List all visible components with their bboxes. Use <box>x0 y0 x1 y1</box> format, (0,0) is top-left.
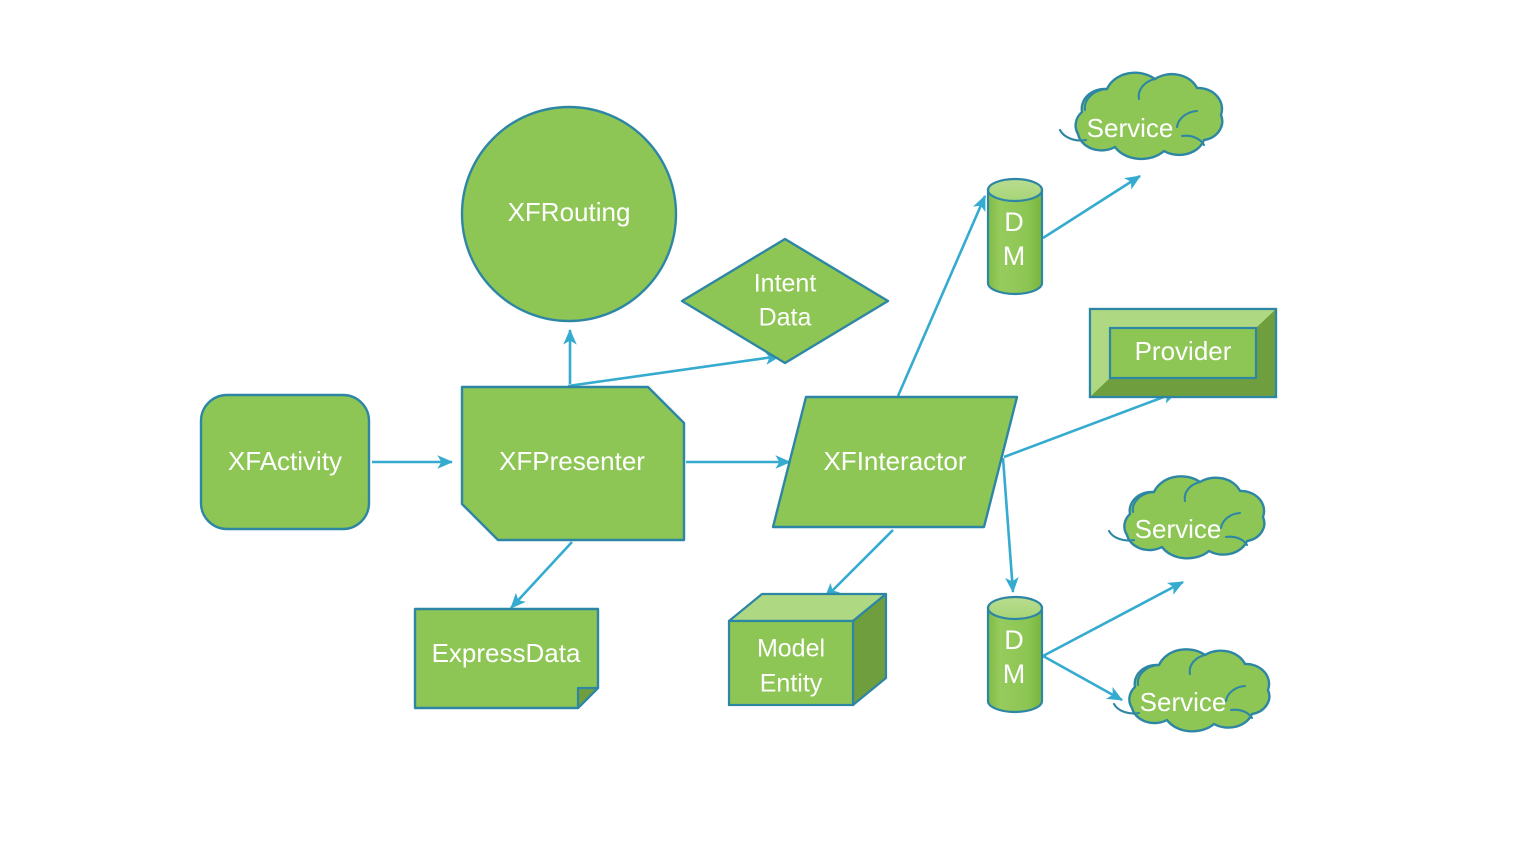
node-service-top[interactable]: Service <box>1058 71 1224 161</box>
modelentity-label-line-2: Entity <box>760 670 823 698</box>
provider-label: Provider <box>1135 336 1232 366</box>
connector-dmbottom-to-servicebottom <box>1042 654 1123 702</box>
connector-interactor-to-modelentity <box>824 529 894 599</box>
service-top-label: Service <box>1087 113 1174 143</box>
connector-presenter-to-intentdata <box>567 351 782 388</box>
dm-bottom-label-line-2: M <box>1003 659 1026 689</box>
intentdata-label-line-2: Data <box>759 304 812 332</box>
connector-interactor-to-dmbottom <box>1001 457 1019 594</box>
node-xfpresenter[interactable]: XFPresenter <box>460 385 686 542</box>
xfinteractor-label: XFInteractor <box>823 446 966 476</box>
dm-top-label-line-1: D <box>1004 207 1024 237</box>
node-service-bottom[interactable]: Service <box>1112 648 1271 733</box>
service-bottom-label: Service <box>1140 687 1227 717</box>
dm-top-cap <box>986 177 1044 203</box>
xfactivity-label: XFActivity <box>228 446 342 476</box>
connector-presenter-to-expressdata <box>510 541 573 609</box>
diagram-svg: XFActivity XFPresenter XFRouting Intent … <box>199 71 1278 733</box>
node-service-mid[interactable]: Service <box>1107 475 1266 560</box>
dm-top-label-line-2: M <box>1003 241 1026 271</box>
node-xfactivity[interactable]: XFActivity <box>199 393 371 531</box>
dm-bottom-label-line-1: D <box>1004 625 1024 655</box>
connector-interactor-to-dmtop <box>896 195 987 397</box>
connector-interactor-to-provider <box>1003 390 1178 459</box>
node-provider[interactable]: Provider <box>1088 307 1278 399</box>
expressdata-fold <box>576 686 600 710</box>
intentdata-label-line-1: Intent <box>754 270 817 298</box>
node-intentdata[interactable]: Intent Data <box>680 237 890 365</box>
node-xfrouting[interactable]: XFRouting <box>460 105 678 323</box>
node-xfinteractor[interactable]: XFInteractor <box>771 395 1019 529</box>
node-dm-top[interactable]: D M <box>986 177 1044 296</box>
node-dm-bottom[interactable]: D M <box>986 595 1044 714</box>
dm-bottom-cap <box>986 595 1044 621</box>
service-mid-label: Service <box>1135 514 1222 544</box>
connector-dmbottom-to-servicemid <box>1042 580 1184 658</box>
expressdata-label: ExpressData <box>432 638 581 668</box>
diagram-canvas: XFActivity XFPresenter XFRouting Intent … <box>0 0 1531 857</box>
node-expressdata[interactable]: ExpressData <box>413 607 600 710</box>
modelentity-label-line-1: Model <box>757 635 825 663</box>
intentdata-shape <box>680 237 890 365</box>
xfrouting-label: XFRouting <box>508 197 631 227</box>
connector-dmtop-to-servicetop <box>1042 174 1141 240</box>
xfpresenter-label: XFPresenter <box>499 446 645 476</box>
node-modelentity[interactable]: Model Entity <box>727 592 888 707</box>
